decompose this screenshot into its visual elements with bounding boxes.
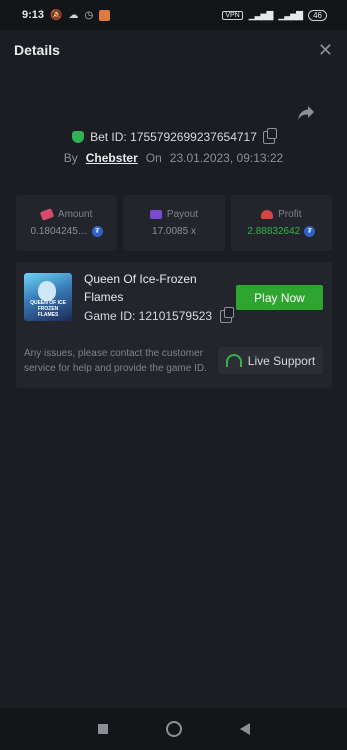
stat-profit: Profit 2.88832642 ₮ <box>230 195 332 251</box>
by-label: By <box>63 151 78 165</box>
stat-amount-value: 0.1804245… <box>30 226 88 237</box>
stat-payout-label-wrap: Payout <box>149 209 199 220</box>
notification-muted-icon: 🔕 <box>50 9 63 21</box>
signal-icon-2: ▁▃▅▇ <box>278 9 303 20</box>
game-id-row: Game ID: 12101579523 <box>84 306 235 323</box>
profit-icon <box>261 210 274 219</box>
stat-amount-label: Amount <box>57 209 93 220</box>
stat-profit-label-wrap: Profit <box>261 209 301 220</box>
stat-amount: Amount 0.1804245… ₮ <box>16 195 118 251</box>
recent-apps-icon[interactable] <box>97 724 108 734</box>
game-thumbnail[interactable]: QUEEN OF ICE FROZEN FLAMES <box>24 273 72 321</box>
game-card: QUEEN OF ICE FROZEN FLAMES Queen Of Ice-… <box>16 262 332 388</box>
stat-amount-value-wrap: 0.1804245… ₮ <box>31 226 103 237</box>
user-link[interactable]: Chebster <box>86 151 138 165</box>
play-now-button[interactable]: Play Now <box>236 285 323 310</box>
home-icon[interactable] <box>165 721 182 737</box>
stat-profit-value: 2.88832642 <box>247 226 301 237</box>
bet-datetime: 23.01.2023, 09:13:22 <box>169 151 284 165</box>
share-icon[interactable] <box>297 105 315 121</box>
back-icon[interactable] <box>239 723 250 735</box>
battery-icon: 46 <box>308 9 327 21</box>
status-notification-icons: 🔕 ☁ ◷ <box>50 9 111 21</box>
live-support-label: Live Support <box>247 353 316 368</box>
bet-id-row: Bet ID: 1755792699237654717 <box>0 127 347 144</box>
clock-icon: ◷ <box>84 9 94 21</box>
system-nav-bar <box>0 708 347 750</box>
game-title: Queen Of Ice-Frozen Flames <box>84 272 197 304</box>
stat-payout-value: 17.0085 x <box>152 226 196 237</box>
payout-icon <box>149 210 162 219</box>
support-notice: Any issues, please contact the customer … <box>24 348 207 374</box>
signal-icon: ▁▃▅▇ <box>248 9 274 20</box>
on-label: On <box>145 151 162 165</box>
coin-icon: ₮ <box>91 226 103 237</box>
stat-profit-value-wrap: 2.88832642 ₮ <box>247 226 316 237</box>
bet-stats: Amount 0.1804245… ₮ Payout 17.0085 x Pro… <box>16 195 332 251</box>
headset-icon <box>225 354 242 367</box>
stat-amount-label-wrap: Amount <box>39 208 93 221</box>
stat-payout-label: Payout <box>166 209 199 220</box>
stat-profit-label: Profit <box>278 209 302 220</box>
coin-icon: ₮ <box>304 226 316 237</box>
close-icon[interactable]: ✕ <box>318 40 333 61</box>
shield-icon <box>72 131 85 143</box>
game-thumbnail-figure <box>38 281 56 301</box>
status-bar: 9:13 🔕 ☁ ◷ VPN ▁▃▅▇ ▁▃▅▇ 46 <box>0 0 347 30</box>
copy-game-id-icon[interactable] <box>220 306 235 323</box>
app-notification-icon <box>99 9 111 21</box>
copy-bet-id-icon[interactable] <box>262 127 277 144</box>
status-system-icons: VPN ▁▃▅▇ ▁▃▅▇ 46 <box>222 9 327 21</box>
bet-id: Bet ID: 1755792699237654717 <box>90 130 257 144</box>
details-header: Details ✕ <box>0 30 347 70</box>
bet-meta-row: By Chebster On 23.01.2023, 09:13:22 <box>0 151 347 165</box>
game-id: Game ID: 12101579523 <box>84 309 213 323</box>
amount-icon <box>39 208 55 221</box>
vpn-icon: VPN <box>222 10 243 20</box>
cloud-icon: ☁ <box>68 9 79 21</box>
game-thumbnail-caption: QUEEN OF ICE FROZEN FLAMES <box>30 300 66 318</box>
stat-payout: Payout 17.0085 x <box>123 195 225 251</box>
live-support-button[interactable]: Live Support <box>218 347 323 374</box>
status-time: 9:13 <box>22 9 45 21</box>
page-title: Details <box>14 42 60 58</box>
